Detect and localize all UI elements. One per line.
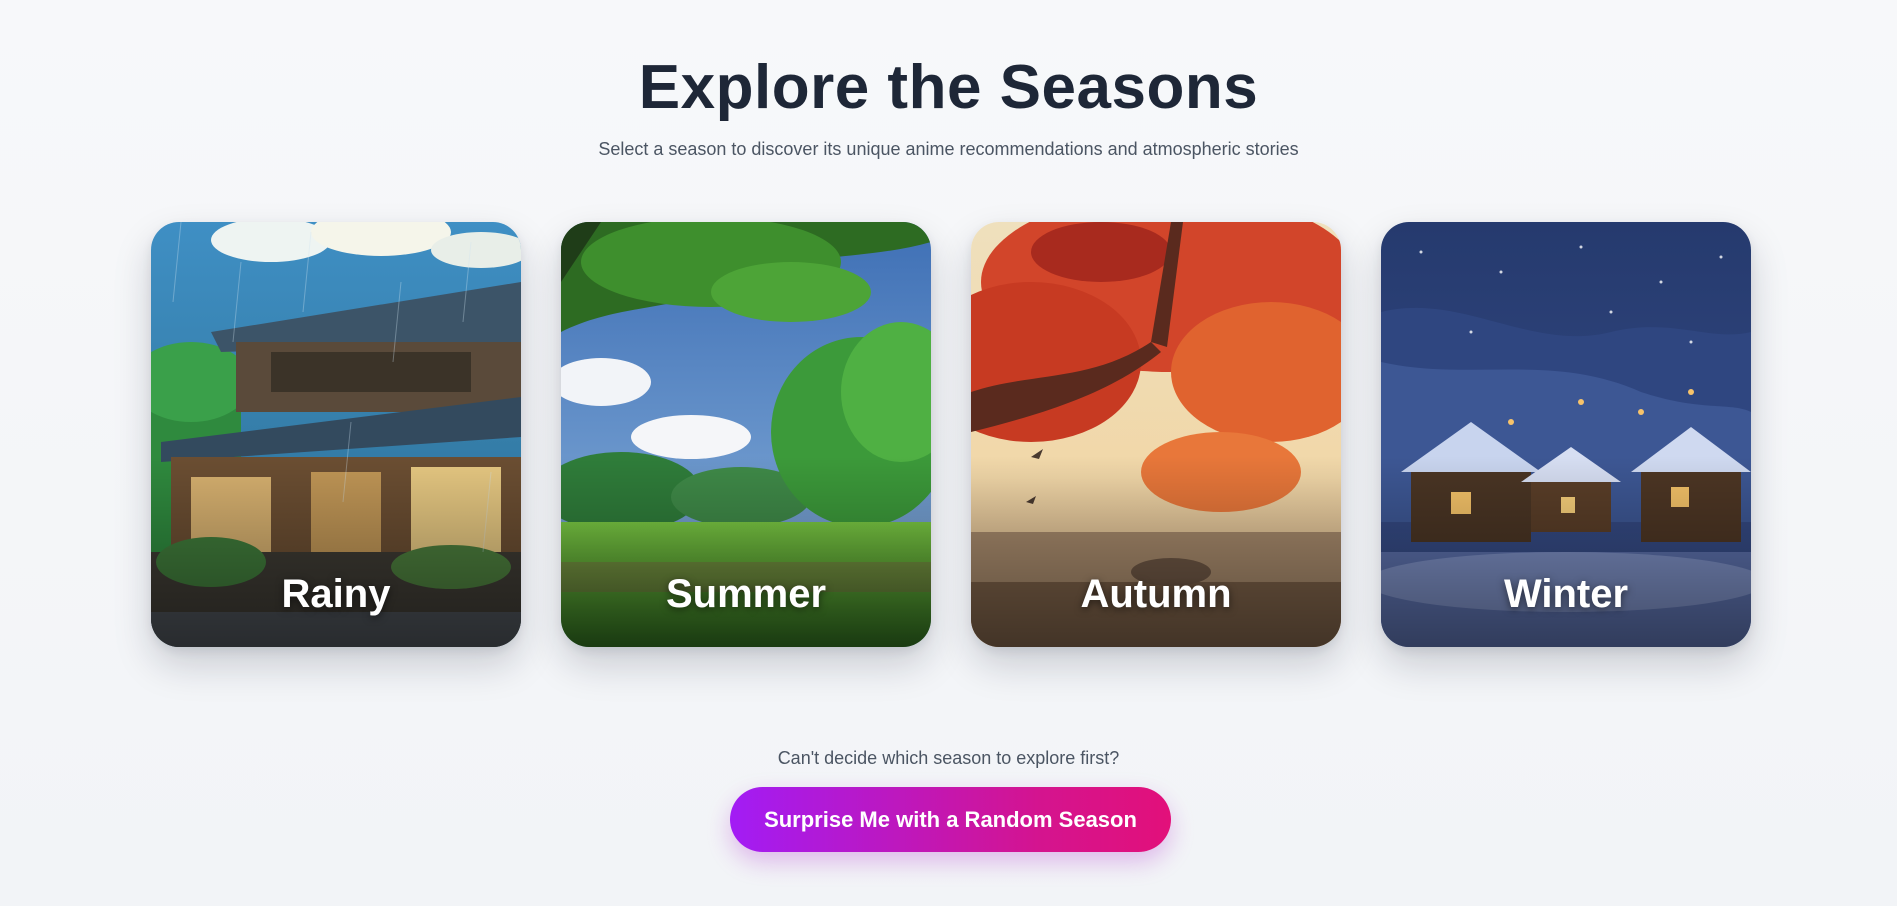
season-label-rainy: Rainy: [281, 572, 391, 616]
season-card-winter[interactable]: Winter: [1381, 222, 1751, 647]
page-title: Explore the Seasons: [638, 53, 1259, 122]
season-label-summer: Summer: [665, 572, 827, 616]
random-season-button[interactable]: Surprise Me with a Random Season: [730, 787, 1171, 852]
season-label-winter: Winter: [1503, 572, 1629, 616]
random-prompt: Can't decide which season to explore fir…: [777, 748, 1120, 768]
season-label-autumn: Autumn: [1080, 572, 1232, 616]
season-explorer-page: Explore the Seasons Select a season to d…: [0, 0, 1897, 906]
season-card-summer[interactable]: Summer: [561, 222, 931, 647]
page-subtitle: Select a season to discover its unique a…: [598, 139, 1299, 159]
season-cards: Rainy Summer Autumn Winter: [151, 222, 1751, 647]
season-card-rainy[interactable]: Rainy: [151, 222, 521, 647]
season-card-autumn[interactable]: Autumn: [971, 222, 1341, 647]
